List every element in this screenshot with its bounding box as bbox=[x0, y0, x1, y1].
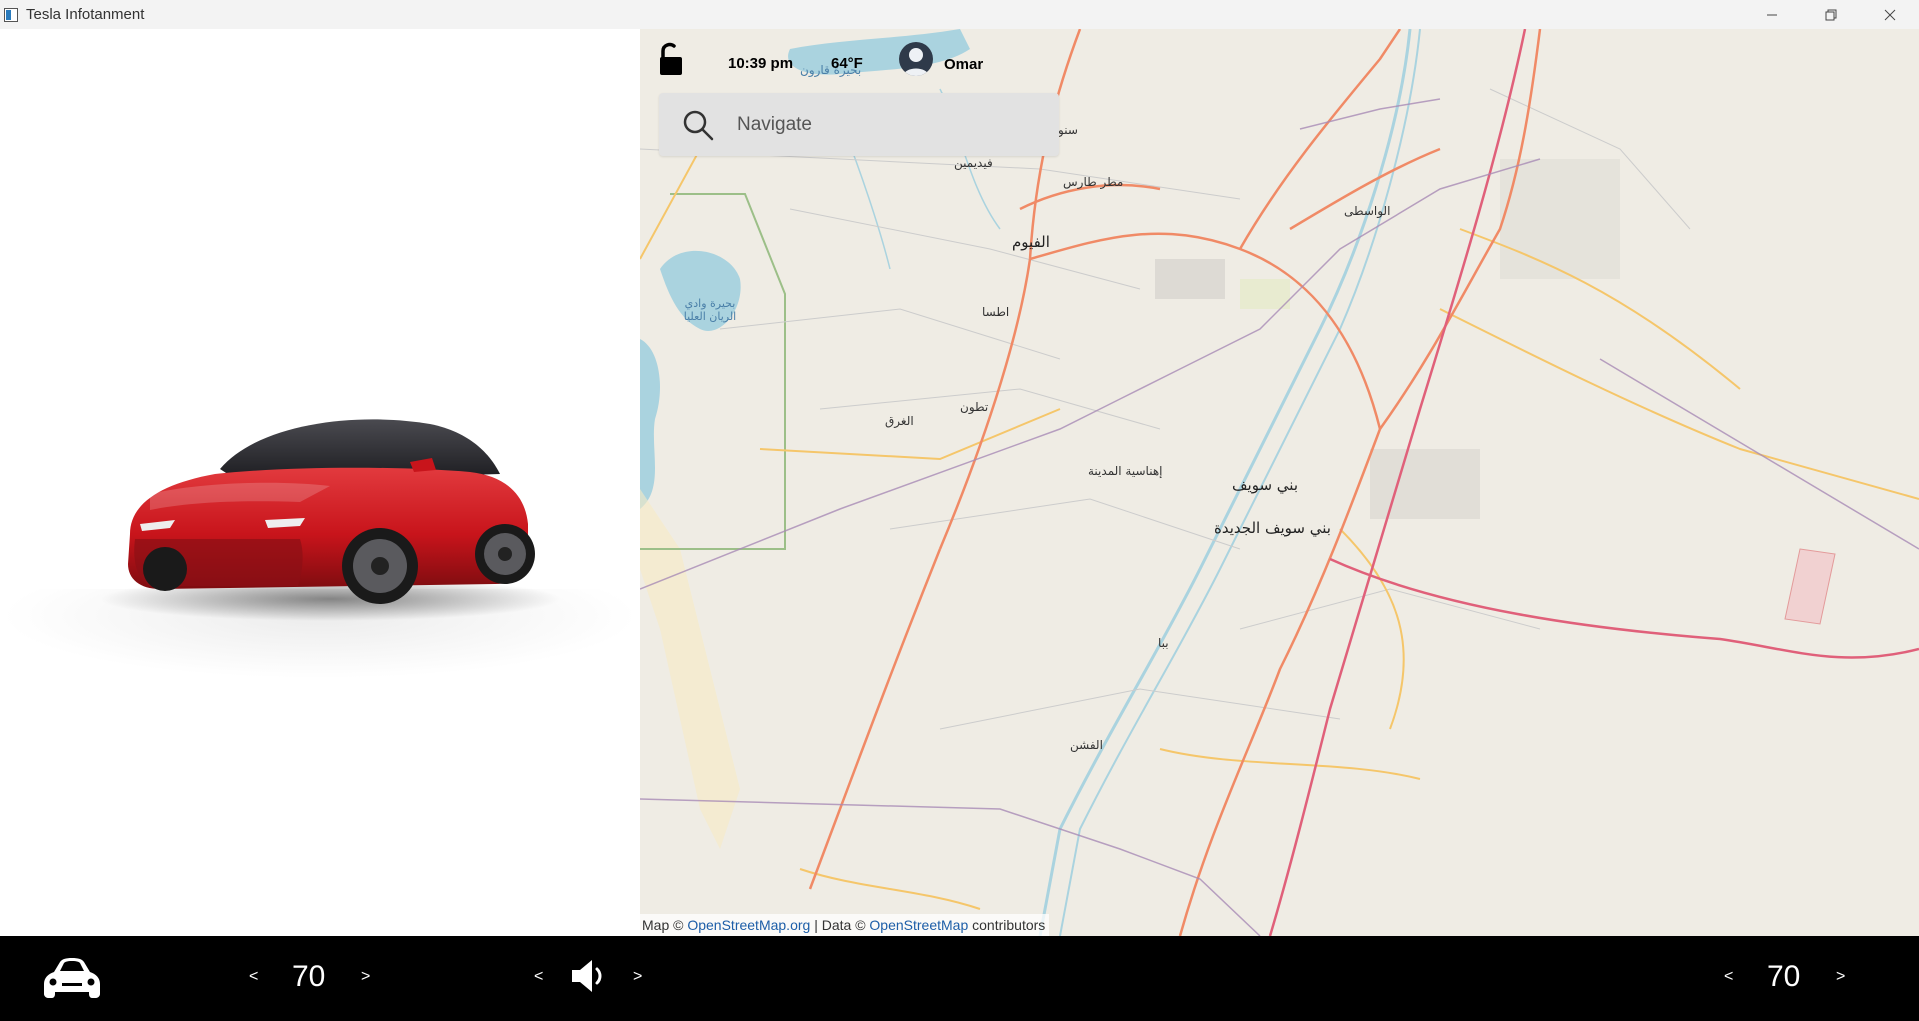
outside-temperature: 64°F bbox=[831, 55, 863, 72]
map-label-fidimin: فيديمين bbox=[954, 156, 993, 170]
attribution-middle: | Data © bbox=[814, 917, 866, 933]
map-label-fashn: الفشن bbox=[1070, 738, 1103, 752]
right-temp-value: 70 bbox=[1767, 960, 1801, 993]
unlocked-lock-icon[interactable] bbox=[658, 41, 684, 77]
app-icon bbox=[4, 7, 18, 22]
user-avatar[interactable] bbox=[899, 42, 933, 76]
clock-time: 10:39 pm bbox=[728, 55, 794, 72]
map-label-wadi-rayan: بحيرة وادي الريان العليا bbox=[683, 297, 737, 323]
minimize-icon bbox=[1766, 14, 1777, 15]
close-icon bbox=[1884, 9, 1895, 20]
restore-icon bbox=[1825, 9, 1836, 20]
minimize-button[interactable] bbox=[1742, 0, 1801, 29]
map-label-beni-suef: بني سويف bbox=[1232, 476, 1298, 494]
car-icon[interactable] bbox=[38, 956, 106, 1000]
navigate-input[interactable] bbox=[735, 112, 1039, 137]
user-icon bbox=[903, 48, 929, 76]
navigate-search-box[interactable] bbox=[659, 93, 1059, 156]
user-name[interactable]: Omar bbox=[944, 56, 983, 73]
right-temp-decrease[interactable]: < bbox=[1724, 968, 1733, 986]
search-icon bbox=[683, 110, 714, 140]
osm-data-link[interactable]: OpenStreetMap bbox=[869, 917, 968, 933]
map-label-sinuris: سنو bbox=[1058, 123, 1078, 137]
attribution-suffix: contributors bbox=[972, 917, 1046, 933]
volume-icon[interactable] bbox=[570, 956, 606, 996]
volume-increase[interactable]: > bbox=[633, 968, 642, 986]
volume-decrease[interactable]: < bbox=[534, 968, 543, 986]
left-temp-value: 70 bbox=[292, 960, 326, 993]
map-view[interactable]: الفيوم بني سويف بني سويف الجديدة إهناسية… bbox=[640, 29, 1919, 936]
map-label-new-beni-suef: بني سويف الجديدة bbox=[1214, 519, 1331, 537]
right-temp-increase[interactable]: > bbox=[1836, 968, 1845, 986]
map-label-itsa: اطسا bbox=[982, 305, 1010, 319]
status-bar: 10:39 pm 64°F Omar bbox=[640, 29, 1060, 93]
window-controls bbox=[1742, 0, 1919, 29]
map-label-fayoum: الفيوم bbox=[1012, 233, 1050, 251]
bottom-control-bar: < 70 > < > < 70 > bbox=[0, 936, 1919, 1021]
attribution-prefix: Map © bbox=[642, 917, 684, 933]
car-panel bbox=[0, 29, 640, 936]
map-label-tatoun: تطون bbox=[960, 400, 989, 414]
close-button[interactable] bbox=[1860, 0, 1919, 29]
left-temp-decrease[interactable]: < bbox=[249, 968, 258, 986]
map-label-tamiya-airport: مطر طارس bbox=[1063, 175, 1124, 189]
map-label-wasta: الواسطى bbox=[1344, 204, 1391, 218]
map-attribution: Map © OpenStreetMap.org | Data © OpenStr… bbox=[640, 914, 1050, 936]
map-label-bana: ببا bbox=[1158, 636, 1169, 650]
map-label-gharaq: الغرق bbox=[885, 414, 914, 428]
left-temp-increase[interactable]: > bbox=[361, 968, 370, 986]
window-title: Tesla Infotanment bbox=[26, 6, 145, 23]
map-label-ehnasia: إهناسية المدينة bbox=[1088, 464, 1163, 478]
car-image bbox=[100, 419, 560, 621]
window-title-bar: Tesla Infotanment bbox=[0, 0, 1919, 29]
restore-button[interactable] bbox=[1801, 0, 1860, 29]
osm-map-link[interactable]: OpenStreetMap.org bbox=[687, 917, 810, 933]
